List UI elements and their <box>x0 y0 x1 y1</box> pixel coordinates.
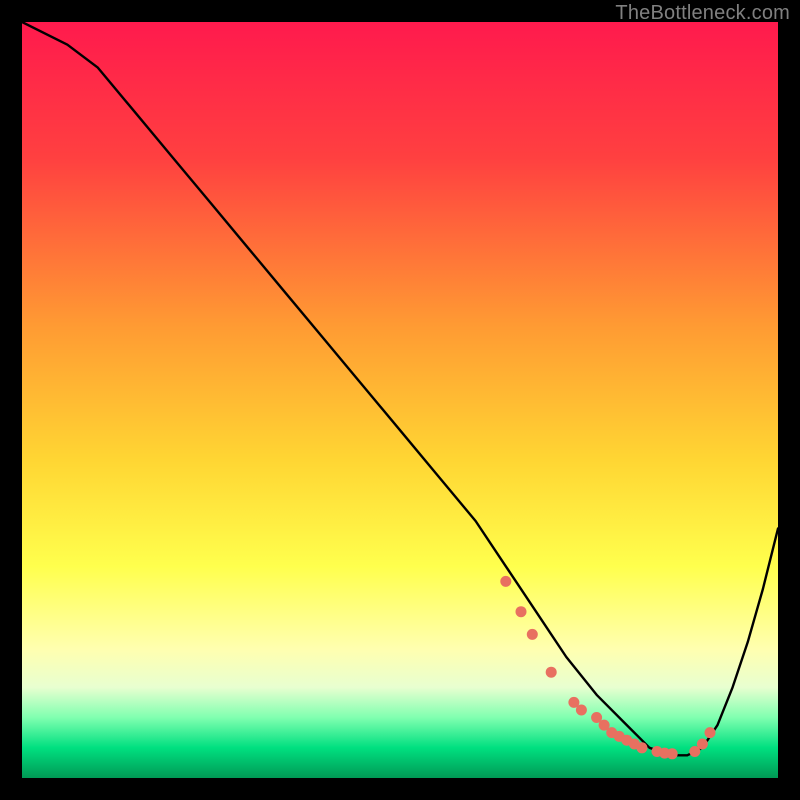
highlight-point <box>527 629 538 640</box>
heat-gradient-bg <box>22 22 778 778</box>
highlight-point <box>697 739 708 750</box>
highlight-point <box>576 705 587 716</box>
bottleneck-chart <box>22 22 778 778</box>
watermark-label: TheBottleneck.com <box>615 2 790 25</box>
highlight-point <box>516 606 527 617</box>
chart-frame <box>22 22 778 778</box>
highlight-point <box>500 576 511 587</box>
highlight-point <box>667 748 678 759</box>
highlight-point <box>705 727 716 738</box>
highlight-point <box>636 742 647 753</box>
highlight-point <box>546 667 557 678</box>
